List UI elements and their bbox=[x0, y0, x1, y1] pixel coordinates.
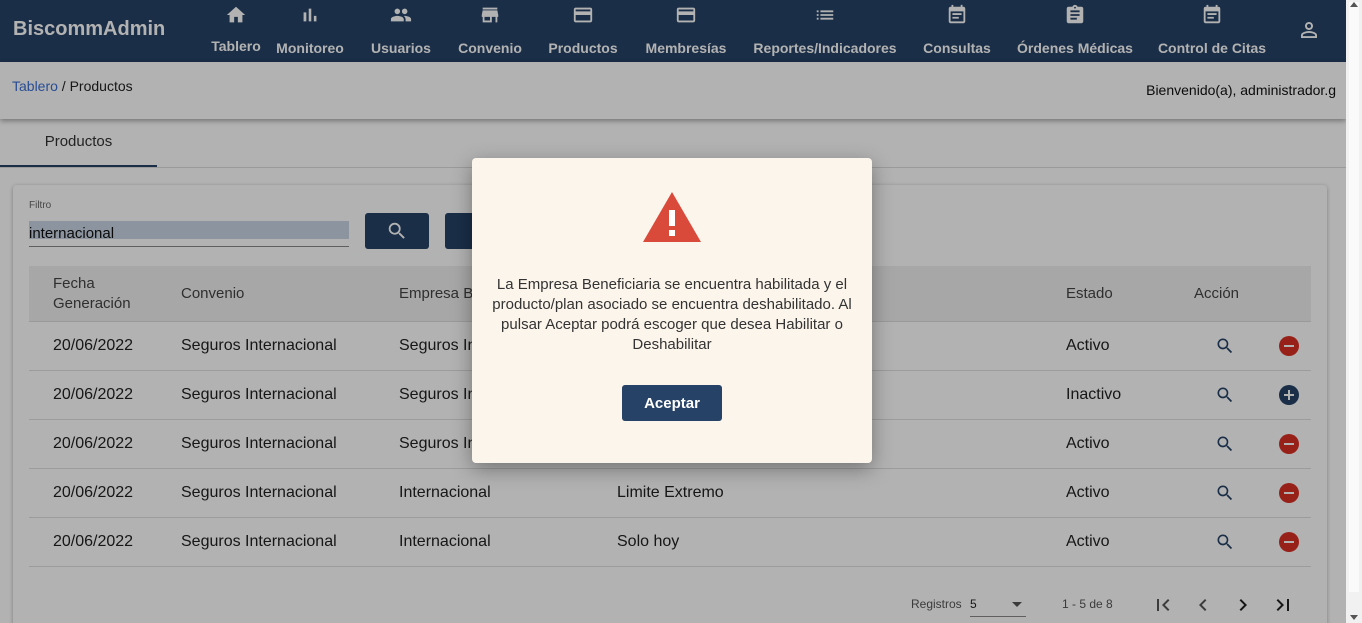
scroll-up-icon[interactable] bbox=[1350, 2, 1358, 7]
scroll-down-icon[interactable] bbox=[1350, 615, 1358, 620]
page-scrollbar[interactable] bbox=[1346, 0, 1362, 623]
dialog-message: La Empresa Beneficiaria se encuentra hab… bbox=[492, 276, 852, 353]
warning-dialog: La Empresa Beneficiaria se encuentra hab… bbox=[472, 158, 872, 463]
accept-button[interactable]: Aceptar bbox=[622, 385, 722, 421]
scrollbar-thumb[interactable] bbox=[1349, 2, 1359, 592]
warning-icon bbox=[643, 192, 701, 242]
